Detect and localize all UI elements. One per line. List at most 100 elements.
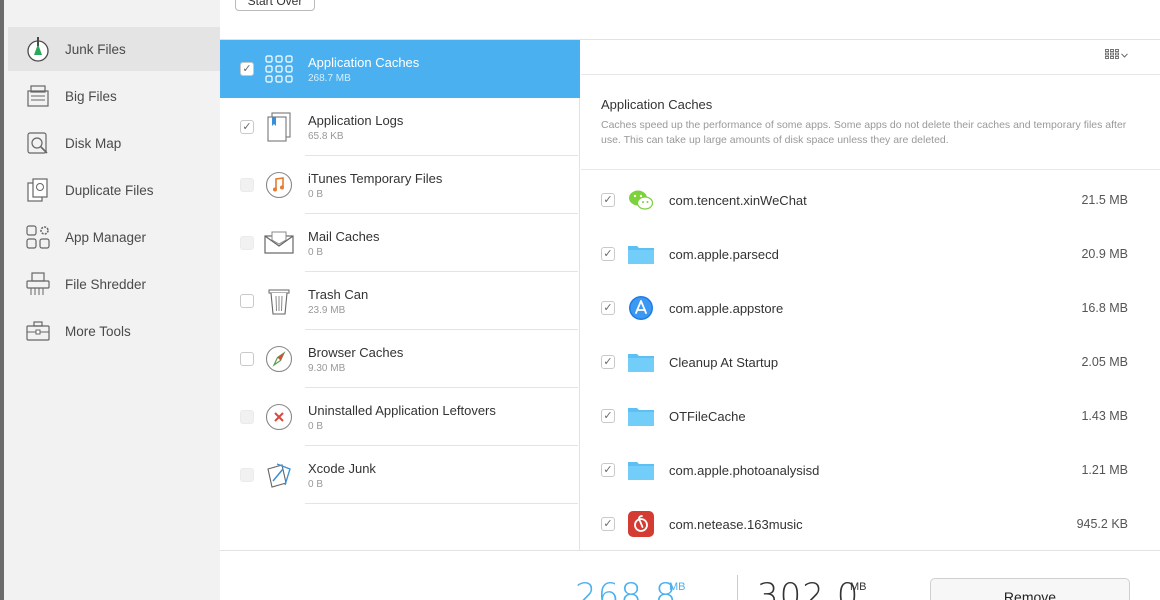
broom-icon bbox=[24, 35, 52, 63]
xcode-icon bbox=[264, 460, 294, 490]
category-size: 0 B bbox=[308, 421, 324, 432]
app-checkbox[interactable]: ✓ bbox=[601, 193, 615, 207]
category-size: 0 B bbox=[308, 189, 324, 200]
sidebar-item-app-manager[interactable]: App Manager bbox=[8, 215, 220, 259]
sidebar-item-file-shredder[interactable]: File Shredder bbox=[8, 262, 220, 306]
wechat-icon bbox=[627, 186, 655, 214]
category-name: Xcode Junk bbox=[308, 461, 376, 476]
category-size: 0 B bbox=[308, 247, 324, 258]
app-checkbox[interactable]: ✓ bbox=[601, 463, 615, 477]
sidebar-item-label: Junk Files bbox=[65, 41, 126, 57]
summary-divider bbox=[737, 575, 738, 600]
folder-icon bbox=[627, 456, 655, 484]
category-checkbox[interactable] bbox=[240, 468, 254, 482]
sidebar-item-label: File Shredder bbox=[65, 276, 147, 292]
selected-size-value: 268.8 bbox=[575, 576, 678, 600]
app-size: 21.5 MB bbox=[1081, 193, 1128, 207]
trash-can-icon bbox=[264, 286, 294, 316]
category-row-mail-caches[interactable]: Mail Caches 0 B bbox=[220, 214, 580, 272]
sidebar-item-label: App Manager bbox=[65, 229, 147, 245]
category-name: Application Logs bbox=[308, 113, 404, 128]
app-row[interactable]: ✓ OTFileCache 1.43 MB bbox=[581, 389, 1160, 443]
category-size: 0 B bbox=[308, 479, 324, 490]
app-checkbox[interactable]: ✓ bbox=[601, 355, 615, 369]
app-name: Cleanup At Startup bbox=[669, 355, 779, 370]
sidebar-item-label: Duplicate Files bbox=[65, 182, 154, 198]
category-name: Browser Caches bbox=[308, 345, 404, 360]
category-row-itunes-temporary-files[interactable]: iTunes Temporary Files 0 B bbox=[220, 156, 580, 214]
category-size: 65.8 KB bbox=[308, 131, 344, 142]
app-size: 1.43 MB bbox=[1081, 409, 1128, 423]
app-name: com.apple.appstore bbox=[669, 301, 784, 316]
category-row-browser-caches[interactable]: Browser Caches 9.30 MB bbox=[220, 330, 580, 388]
folder-icon bbox=[627, 240, 655, 268]
app-grid-icon bbox=[264, 54, 294, 84]
summary-bar: 268.8 MB 302.0 MB Remove bbox=[220, 550, 1160, 600]
app-row[interactable]: ✓ com.apple.parsecd 20.9 MB bbox=[581, 227, 1160, 281]
folder-icon bbox=[627, 402, 655, 430]
toolbar: Start Over bbox=[220, 0, 1160, 40]
log-document-icon bbox=[264, 112, 294, 142]
category-size: 9.30 MB bbox=[308, 363, 346, 374]
category-checkbox[interactable] bbox=[240, 294, 254, 308]
app-checkbox[interactable]: ✓ bbox=[601, 517, 615, 531]
grid-view-icon bbox=[1105, 49, 1119, 61]
netease-music-icon bbox=[627, 510, 655, 538]
selected-size-unit: MB bbox=[669, 581, 686, 593]
compass-icon bbox=[264, 344, 294, 374]
sidebar-item-duplicate-files[interactable]: Duplicate Files bbox=[8, 168, 220, 212]
app-name: OTFileCache bbox=[669, 409, 746, 424]
sidebar-item-big-files[interactable]: Big Files bbox=[8, 74, 220, 118]
x-circle-icon bbox=[264, 402, 294, 432]
sidebar-item-label: Big Files bbox=[65, 88, 117, 104]
category-checkbox[interactable] bbox=[240, 352, 254, 366]
category-checkbox[interactable] bbox=[240, 236, 254, 250]
category-name: Application Caches bbox=[308, 55, 420, 70]
view-toggle-button[interactable] bbox=[1105, 49, 1128, 61]
app-size: 20.9 MB bbox=[1081, 247, 1128, 261]
big-files-icon bbox=[24, 82, 52, 110]
app-row[interactable]: ✓ com.apple.appstore 16.8 MB bbox=[581, 281, 1160, 335]
category-list: ✓ Application Caches 268.7 MB ✓ Applicat… bbox=[220, 40, 580, 550]
app-row[interactable]: ✓ com.netease.163music 945.2 KB bbox=[581, 497, 1160, 551]
detail-description: Caches speed up the performance of some … bbox=[601, 119, 1127, 146]
category-checkbox[interactable] bbox=[240, 410, 254, 424]
app-store-icon bbox=[627, 294, 655, 322]
sidebar-item-junk-files[interactable]: Junk Files bbox=[8, 27, 220, 71]
category-row-application-logs[interactable]: ✓ Application Logs 65.8 KB bbox=[220, 98, 580, 156]
sidebar-item-more-tools[interactable]: More Tools bbox=[8, 309, 220, 353]
sidebar-item-label: Disk Map bbox=[65, 135, 122, 151]
category-row-application-caches[interactable]: ✓ Application Caches 268.7 MB bbox=[220, 40, 580, 98]
music-note-icon bbox=[264, 170, 294, 200]
category-row-trash-can[interactable]: Trash Can 23.9 MB bbox=[220, 272, 580, 330]
app-checkbox[interactable]: ✓ bbox=[601, 247, 615, 261]
app-row[interactable]: ✓ com.apple.photoanalysisd 1.21 MB bbox=[581, 443, 1160, 497]
start-over-button[interactable]: Start Over bbox=[235, 0, 315, 11]
app-name: com.tencent.xinWeChat bbox=[669, 193, 807, 208]
remove-button[interactable]: Remove bbox=[930, 578, 1130, 600]
category-checkbox[interactable]: ✓ bbox=[240, 120, 254, 134]
app-checkbox[interactable]: ✓ bbox=[601, 409, 615, 423]
category-name: Uninstalled Application Leftovers bbox=[308, 403, 496, 418]
folder-icon bbox=[627, 348, 655, 376]
sidebar: Junk Files Big Files Disk Map Duplicate … bbox=[0, 0, 220, 600]
category-row-xcode-junk[interactable]: Xcode Junk 0 B bbox=[220, 446, 580, 504]
duplicate-files-icon bbox=[24, 176, 52, 204]
app-size: 1.21 MB bbox=[1081, 463, 1128, 477]
mail-envelope-icon bbox=[264, 228, 294, 258]
app-row[interactable]: ✓ Cleanup At Startup 2.05 MB bbox=[581, 335, 1160, 389]
category-checkbox[interactable]: ✓ bbox=[240, 62, 254, 76]
detail-panel: Application Caches Caches speed up the p… bbox=[581, 40, 1160, 550]
sidebar-item-disk-map[interactable]: Disk Map bbox=[8, 121, 220, 165]
app-checkbox[interactable]: ✓ bbox=[601, 301, 615, 315]
app-size: 2.05 MB bbox=[1081, 355, 1128, 369]
sidebar-item-label: More Tools bbox=[65, 323, 131, 339]
category-size: 268.7 MB bbox=[308, 73, 351, 84]
category-checkbox[interactable] bbox=[240, 178, 254, 192]
disk-map-icon bbox=[24, 129, 52, 157]
divider bbox=[305, 503, 578, 504]
category-row-uninstalled-application-leftovers[interactable]: Uninstalled Application Leftovers 0 B bbox=[220, 388, 580, 446]
chevron-down-icon bbox=[1121, 50, 1128, 60]
app-row[interactable]: ✓ com.tencent.xinWeChat 21.5 MB bbox=[581, 173, 1160, 227]
category-name: Mail Caches bbox=[308, 229, 380, 244]
